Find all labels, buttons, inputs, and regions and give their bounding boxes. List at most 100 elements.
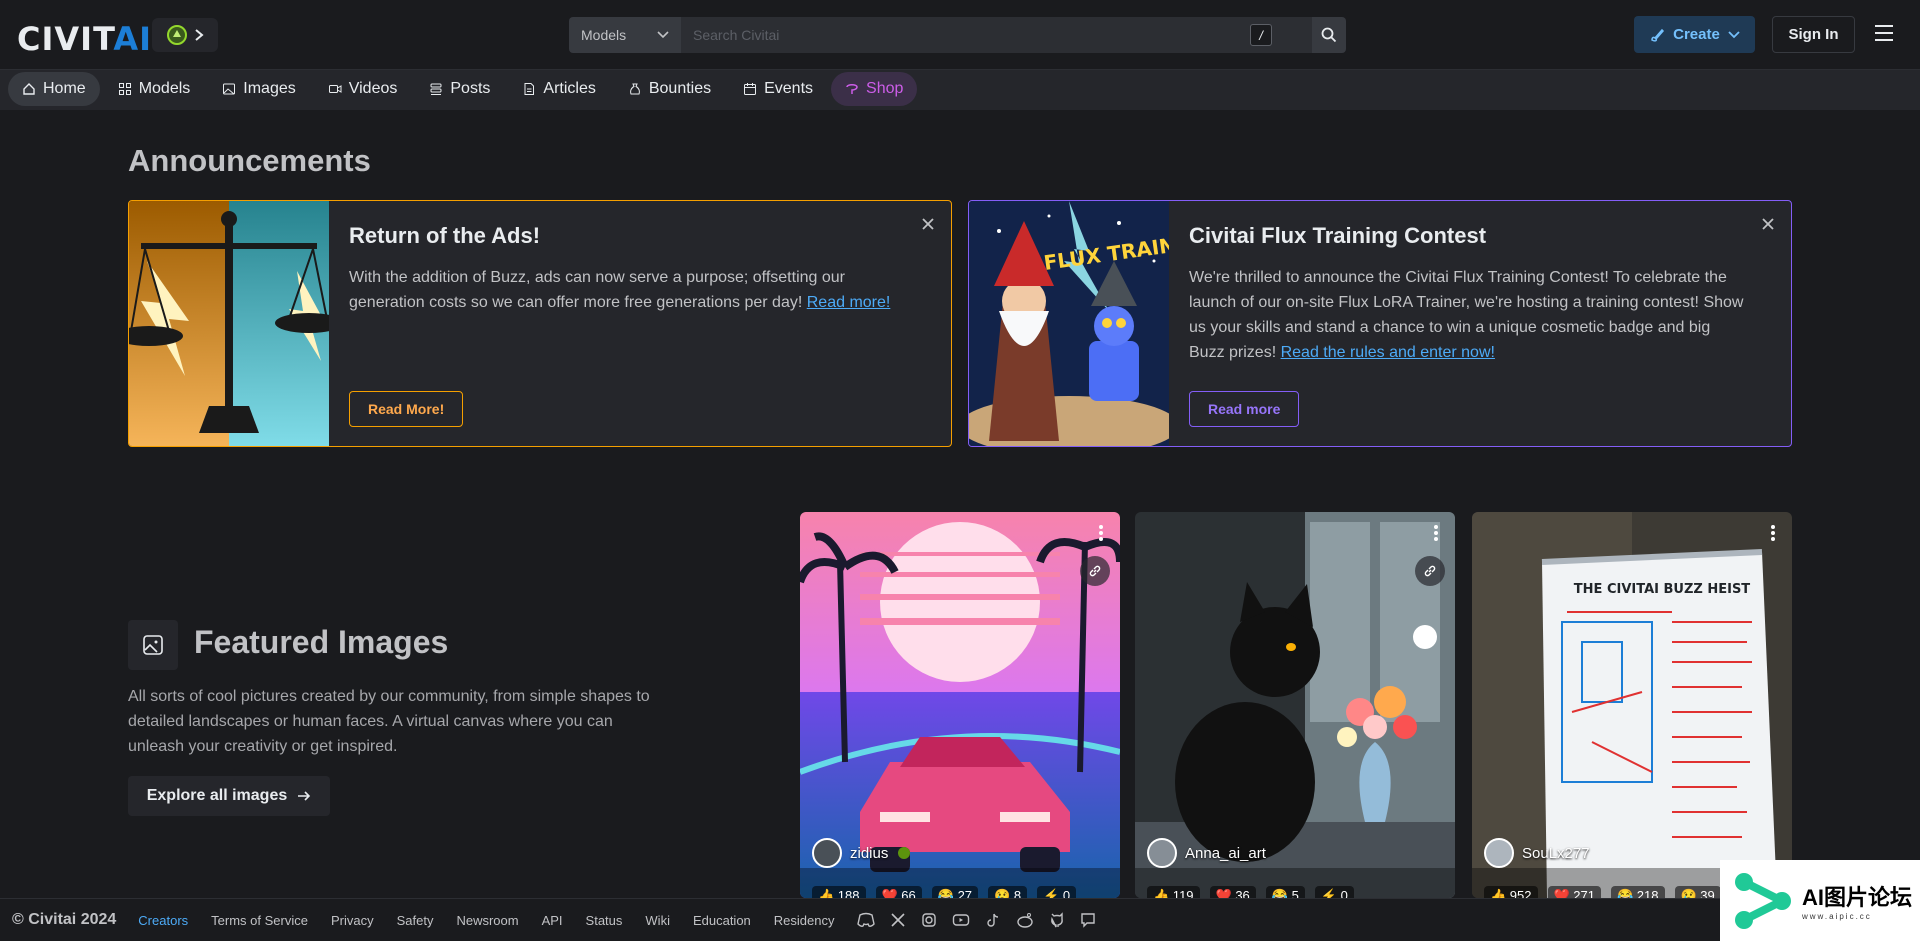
featured-image-card[interactable]: zidius 👍 188 ❤️ 66 😂 27 😢 8 ⚡ 0 <box>800 512 1120 898</box>
x-twitter-icon[interactable] <box>890 912 906 928</box>
explore-all-images-button[interactable]: Explore all images <box>128 776 330 816</box>
reaction-count[interactable]: ❤️ 36 <box>1209 886 1256 898</box>
feedback-icon[interactable] <box>1080 912 1096 928</box>
featured-images-description: All sorts of cool pictures created by ou… <box>128 688 650 755</box>
photo-icon <box>142 634 164 656</box>
footer-link-terms[interactable]: Terms of Service <box>211 913 308 928</box>
avatar <box>1147 838 1177 868</box>
footer-link-residency[interactable]: Residency <box>774 913 835 928</box>
github-icon[interactable] <box>1049 912 1065 928</box>
reaction-count[interactable]: 👍 952 <box>1484 886 1538 898</box>
read-more-button[interactable]: Read More! <box>349 391 464 427</box>
footer-link-wiki[interactable]: Wiki <box>645 913 670 928</box>
watermark-text: AI图片论坛 <box>1802 885 1913 910</box>
hamburger-menu-button[interactable] <box>1874 24 1894 42</box>
featured-image-card[interactable]: THE CIVITAI BUZZ HEIST SouLx277 👍 952 ❤️… <box>1472 512 1792 898</box>
nav-item-videos[interactable]: Videos <box>314 72 412 106</box>
chevron-right-icon <box>194 28 204 42</box>
footer-link-creators[interactable]: Creators <box>138 913 188 928</box>
calendar-icon <box>743 82 757 96</box>
sign-in-button[interactable]: Sign In <box>1772 16 1855 53</box>
reaction-count[interactable]: 😂 27 <box>931 886 979 898</box>
more-options-button[interactable] <box>1770 524 1776 542</box>
tiktok-icon[interactable] <box>985 912 1001 928</box>
dots-vertical-icon <box>1433 524 1439 542</box>
youtube-icon[interactable] <box>952 912 970 928</box>
file-text-icon <box>522 82 536 96</box>
reaction-count[interactable]: 👍 188 <box>812 886 866 898</box>
search-input[interactable] <box>681 17 1312 53</box>
close-announcement-button[interactable] <box>921 217 935 231</box>
main-nav: Home Models Images Videos Posts Articles… <box>0 70 1920 110</box>
nav-item-images[interactable]: Images <box>208 72 309 106</box>
footer-link-privacy[interactable]: Privacy <box>331 913 374 928</box>
close-icon <box>1761 217 1775 231</box>
more-options-button[interactable] <box>1098 524 1104 542</box>
shop-icon <box>845 82 859 96</box>
nav-item-home[interactable]: Home <box>8 72 100 106</box>
read-more-link[interactable]: Read more! <box>807 294 891 311</box>
image-author[interactable]: Anna_ai_art <box>1147 838 1266 868</box>
remix-link-button[interactable] <box>1080 556 1110 586</box>
announcement-heading: Civitai Flux Training Contest <box>1189 223 1487 248</box>
footer-link-status[interactable]: Status <box>586 913 623 928</box>
reaction-count[interactable]: ❤️ 66 <box>875 886 922 898</box>
featured-image-card[interactable]: Anna_ai_art 👍 119 ❤️ 36 😂 5 ⚡ 0 <box>1135 512 1455 898</box>
instagram-icon[interactable] <box>921 912 937 928</box>
nav-item-shop[interactable]: Shop <box>831 72 918 106</box>
close-icon <box>921 217 935 231</box>
nav-label: Bounties <box>648 80 712 97</box>
flux-training-illustration: FLUX TRAINING <box>969 201 1169 446</box>
image-author[interactable]: SouLx277 <box>1484 838 1590 868</box>
nav-label: Posts <box>450 80 491 97</box>
video-icon <box>328 82 342 96</box>
footer-link-education[interactable]: Education <box>693 913 751 928</box>
author-name: Anna_ai_art <box>1185 844 1266 862</box>
reaction-count[interactable]: 😢 8 <box>988 886 1028 898</box>
footer-link-api[interactable]: API <box>542 913 563 928</box>
reaction-count[interactable]: ⚡ 0 <box>1037 886 1077 898</box>
badge-icon <box>896 845 912 861</box>
more-options-button[interactable] <box>1433 524 1439 542</box>
nav-item-articles[interactable]: Articles <box>508 72 609 106</box>
photo-icon <box>222 82 236 96</box>
search-button[interactable] <box>1312 17 1346 53</box>
nav-label: Models <box>138 80 191 97</box>
search-category-select[interactable]: Models <box>569 17 681 53</box>
nav-item-events[interactable]: Events <box>729 72 827 106</box>
nav-item-posts[interactable]: Posts <box>415 72 504 106</box>
reaction-bar: 👍 952 ❤️ 271 😂 218 😢 39 <box>1484 886 1721 898</box>
close-announcement-button[interactable] <box>1761 217 1775 231</box>
search-icon <box>1321 27 1337 43</box>
chevron-down-icon <box>657 31 669 39</box>
footer-link-safety[interactable]: Safety <box>397 913 434 928</box>
civitai-logo[interactable]: CIVITAI <box>17 20 152 58</box>
chevron-down-icon <box>1728 30 1740 39</box>
grid-icon <box>118 82 132 96</box>
nav-item-bounties[interactable]: Bounties <box>614 72 725 106</box>
dots-vertical-icon <box>1770 524 1776 542</box>
reddit-icon[interactable] <box>1016 912 1034 928</box>
watermark-graphic <box>1735 872 1791 929</box>
read-more-button[interactable]: Read more <box>1189 391 1300 427</box>
nav-label: Shop <box>866 80 904 97</box>
discord-icon[interactable] <box>857 912 876 928</box>
footer-link-newsroom[interactable]: Newsroom <box>456 913 518 928</box>
remix-link-button[interactable] <box>1415 556 1445 586</box>
create-label: Create <box>1673 26 1720 43</box>
reaction-count[interactable]: ❤️ 271 <box>1547 886 1601 898</box>
logo-text: CIVITAI <box>17 20 153 58</box>
read-rules-link[interactable]: Read the rules and enter now! <box>1281 344 1495 361</box>
reaction-count[interactable]: 😂 218 <box>1611 886 1665 898</box>
reaction-count[interactable]: 😢 39 <box>1674 886 1721 898</box>
nav-item-models[interactable]: Models <box>104 72 205 106</box>
reaction-count[interactable]: 😂 5 <box>1265 886 1305 898</box>
image-author[interactable]: zidius <box>812 838 912 868</box>
author-name: SouLx277 <box>1522 844 1590 862</box>
reaction-count[interactable]: ⚡ 0 <box>1314 886 1354 898</box>
arrow-right-icon <box>297 790 311 802</box>
create-button[interactable]: Create <box>1634 16 1755 53</box>
logo-badge-button[interactable] <box>152 18 218 52</box>
reaction-count[interactable]: 👍 119 <box>1147 886 1200 898</box>
badge-icon <box>166 24 188 46</box>
